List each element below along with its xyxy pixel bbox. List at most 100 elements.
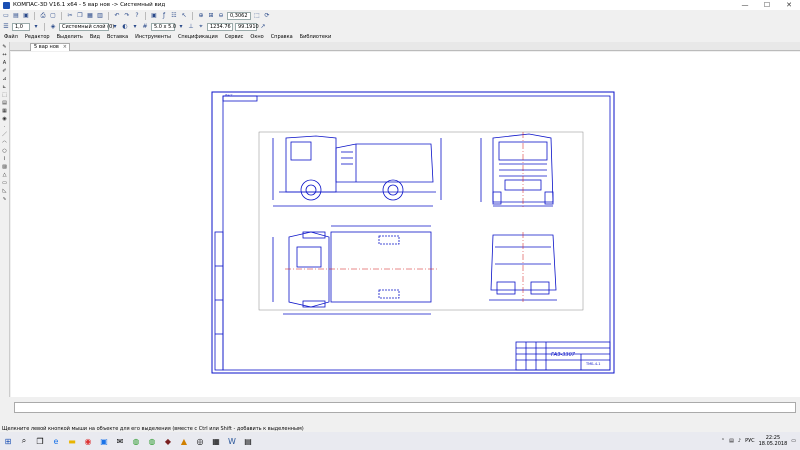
dropdown-chevron-icon[interactable]: ▾	[32, 23, 40, 31]
variables-icon[interactable]: ƒ	[160, 12, 168, 20]
edit-icon[interactable]: ✐	[1, 68, 8, 75]
tab-close-icon[interactable]: ×	[63, 44, 67, 51]
ortho-icon[interactable]: ⊥	[187, 23, 195, 31]
views-icon[interactable]: ▤	[1, 100, 8, 107]
menu-tools[interactable]: Инструменты	[135, 34, 171, 40]
close-button[interactable]: ✕	[778, 0, 800, 10]
properties-icon[interactable]: ▾	[131, 23, 139, 31]
snap-icon[interactable]: ↖	[180, 12, 188, 20]
spline-icon[interactable]: ∿	[1, 196, 8, 203]
layer-field[interactable]: Системный слой (0)	[59, 22, 114, 31]
dropdown-chevron-icon[interactable]: ▾	[177, 23, 185, 31]
point-icon[interactable]: ·	[1, 124, 8, 131]
print-icon[interactable]: ⎙	[39, 12, 47, 20]
grid-icon[interactable]: #	[141, 23, 149, 31]
menu-edit[interactable]: Редактор	[25, 34, 50, 40]
word-icon[interactable]: W	[225, 434, 239, 448]
select-icon[interactable]: ⬚	[1, 92, 8, 99]
menu-insert[interactable]: Вставка	[107, 34, 128, 40]
preview-icon[interactable]: ▢	[49, 12, 57, 20]
menu-libraries[interactable]: Библиотеки	[300, 34, 332, 40]
tree-icon[interactable]: ☷	[170, 12, 178, 20]
app-icon-2[interactable]: ◍	[145, 434, 159, 448]
local-cs-icon[interactable]: ↗	[259, 23, 267, 31]
scale-icon[interactable]: ☰	[2, 23, 10, 31]
coord-y-field[interactable]: 99.1910	[235, 22, 259, 31]
maximize-button[interactable]: ☐	[756, 0, 778, 10]
line-icon[interactable]: ／	[1, 132, 8, 139]
centerlines	[285, 132, 524, 302]
grid-step-field[interactable]: 5.0 x 5.0	[151, 22, 176, 31]
clock[interactable]: 22:25 18.05.2018	[759, 435, 788, 447]
menu-select[interactable]: Выделить	[57, 34, 83, 40]
redo-icon[interactable]: ↷	[123, 12, 131, 20]
task-view-icon[interactable]: ❐	[33, 434, 47, 448]
language-indicator[interactable]: РУС	[745, 438, 755, 444]
refresh-icon[interactable]: ⟳	[263, 12, 271, 20]
notifications-icon[interactable]: ▭	[791, 438, 796, 444]
new-document-icon[interactable]: ▭	[2, 12, 10, 20]
save-icon[interactable]: ▣	[22, 12, 30, 20]
triangle-icon[interactable]: △	[1, 172, 8, 179]
app-icon-4[interactable]: ▲	[177, 434, 191, 448]
polyline-icon[interactable]: ⌇	[1, 156, 8, 163]
drawing-canvas[interactable]: Лист ГАЗ-3307 ТМБ-4-1	[11, 52, 800, 397]
coord-x-field[interactable]: 1234.76	[207, 22, 233, 31]
document-tabs: 5 вар нов ×	[10, 42, 800, 51]
arc-icon[interactable]: ◠	[1, 140, 8, 147]
reports-icon[interactable]: ◉	[1, 116, 8, 123]
cut-icon[interactable]: ✂	[66, 12, 74, 20]
store-icon[interactable]: ▣	[97, 434, 111, 448]
app-icon-1[interactable]: ◍	[129, 434, 143, 448]
dimensions-icon[interactable]: ↔	[1, 52, 8, 59]
minimize-button[interactable]: —	[734, 0, 756, 10]
help-icon[interactable]: ?	[133, 12, 141, 20]
menu-view[interactable]: Вид	[90, 34, 100, 40]
zoom-field[interactable]: 0,3062	[227, 11, 251, 20]
menu-window[interactable]: Окно	[250, 34, 263, 40]
app-icon-7[interactable]: ▤	[241, 434, 255, 448]
manager-icon[interactable]: ▣	[150, 12, 158, 20]
rectangle-icon[interactable]: ▭	[1, 180, 8, 187]
edge-icon[interactable]: e	[49, 434, 63, 448]
fit-icon[interactable]: ⬚	[253, 12, 261, 20]
app-icon-3[interactable]: ◆	[161, 434, 175, 448]
cursor-coords-icon[interactable]: ⌖	[197, 23, 205, 31]
menu-specification[interactable]: Спецификация	[178, 34, 218, 40]
parametrization-icon[interactable]: ⊿	[1, 76, 8, 83]
hatch-icon[interactable]: ▨	[1, 164, 8, 171]
network-icon[interactable]: ▤	[729, 438, 734, 444]
layer-color-icon[interactable]: ◐	[121, 23, 129, 31]
measure-icon[interactable]: ⊾	[1, 84, 8, 91]
chamfer-icon[interactable]: ◺	[1, 188, 8, 195]
app-icon-6[interactable]: ▦	[209, 434, 223, 448]
spec-icon[interactable]: ▦	[1, 108, 8, 115]
paste-icon[interactable]: ▦	[86, 12, 94, 20]
undo-icon[interactable]: ↶	[113, 12, 121, 20]
geometry-icon[interactable]: ✎	[1, 44, 8, 51]
format-brush-icon[interactable]: ▥	[96, 12, 104, 20]
tray-up-icon[interactable]: ⌃	[721, 438, 725, 444]
app-icon-5[interactable]: ◎	[193, 434, 207, 448]
explorer-icon[interactable]: ▬	[65, 434, 79, 448]
menu-file[interactable]: Файл	[4, 34, 18, 40]
tab-document[interactable]: 5 вар нов ×	[30, 43, 70, 51]
open-icon[interactable]: ▤	[12, 12, 20, 20]
menu-service[interactable]: Сервис	[225, 34, 244, 40]
chrome-icon[interactable]: ◉	[81, 434, 95, 448]
zoom-in-icon[interactable]: ⊕	[197, 12, 205, 20]
command-line-field[interactable]	[14, 402, 796, 413]
zoom-window-icon[interactable]: ⊞	[207, 12, 215, 20]
menu-help[interactable]: Справка	[271, 34, 293, 40]
layer-icon[interactable]: ◈	[49, 23, 57, 31]
start-icon[interactable]: ⊞	[1, 434, 15, 448]
copy-icon[interactable]: ❐	[76, 12, 84, 20]
mail-icon[interactable]: ✉	[113, 434, 127, 448]
volume-icon[interactable]: ♪	[738, 438, 741, 444]
dropdown-chevron-icon[interactable]: ▾	[111, 23, 119, 31]
search-icon[interactable]: ⌕	[17, 434, 31, 448]
notation-icon[interactable]: A	[1, 60, 8, 67]
line-width-field[interactable]: 1,0	[12, 22, 30, 31]
circle-icon[interactable]: ○	[1, 148, 8, 155]
zoom-out-icon[interactable]: ⊖	[217, 12, 225, 20]
